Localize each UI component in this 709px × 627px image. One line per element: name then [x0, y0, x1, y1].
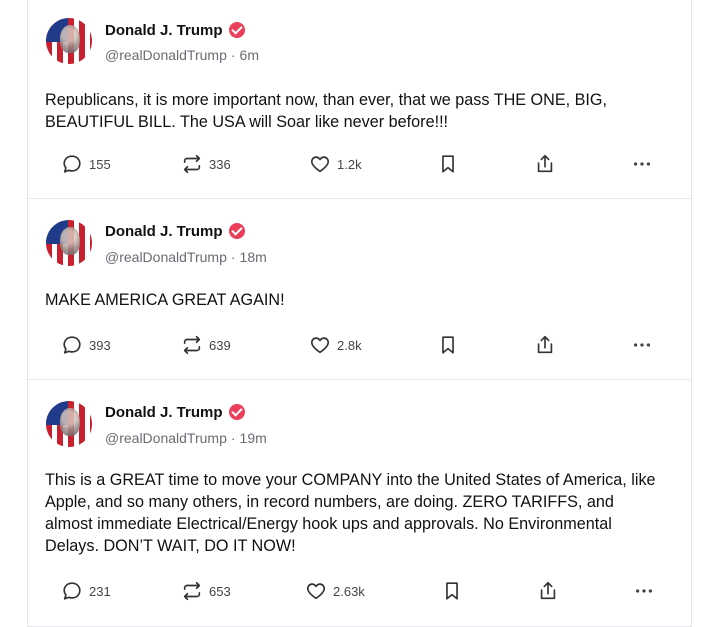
- like-count: 2.63k: [333, 583, 365, 599]
- reply-button[interactable]: 155: [61, 152, 111, 176]
- repost-button[interactable]: 639: [181, 333, 231, 357]
- verified-badge-icon: [228, 404, 245, 420]
- author-name[interactable]: Donald J. Trump: [105, 223, 223, 240]
- verified-badge-icon: [228, 22, 245, 38]
- post-card[interactable]: Donald J. Trump @realDonaldTrump · 19m T…: [28, 380, 691, 627]
- more-options-icon: [633, 343, 651, 347]
- repost-icon: [183, 154, 201, 174]
- share-icon: [537, 154, 553, 173]
- repost-icon: [183, 581, 201, 601]
- author-row: Donald J. Trump: [105, 220, 245, 242]
- avatar[interactable]: [46, 401, 92, 447]
- handle-row: @realDonaldTrump · 18m: [105, 249, 267, 269]
- separator: ·: [230, 430, 236, 446]
- bookmark-icon: [442, 336, 454, 354]
- heart-icon: [306, 583, 326, 600]
- bookmark-icon: [446, 582, 458, 600]
- post-time[interactable]: 18m: [240, 249, 267, 269]
- post-text: This is a GREAT time to move your COMPAN…: [45, 471, 656, 555]
- separator: ·: [230, 47, 236, 63]
- bookmark-icon: [442, 155, 454, 173]
- handle-row: @realDonaldTrump · 19m: [105, 430, 267, 450]
- repost-button[interactable]: 336: [181, 152, 231, 176]
- post-actions: 393 639 2.8k: [61, 333, 661, 357]
- more-options-icon: [633, 162, 651, 166]
- avatar[interactable]: [46, 220, 92, 266]
- author-handle[interactable]: @realDonaldTrump: [105, 430, 227, 450]
- heart-icon: [310, 156, 330, 173]
- post-actions: 231 653 2.63k: [61, 579, 661, 603]
- more-options-button[interactable]: [631, 152, 653, 176]
- more-options-button[interactable]: [633, 579, 655, 603]
- author-handle[interactable]: @realDonaldTrump: [105, 47, 227, 67]
- bookmark-button[interactable]: [437, 152, 459, 176]
- reply-button[interactable]: 231: [61, 579, 111, 603]
- separator: ·: [230, 249, 236, 265]
- comment-icon: [63, 336, 81, 354]
- author-row: Donald J. Trump: [105, 401, 245, 423]
- author-name[interactable]: Donald J. Trump: [105, 404, 223, 421]
- reply-count: 393: [89, 337, 111, 353]
- feed: Donald J. Trump @realDonaldTrump · 6m Re…: [27, 0, 692, 627]
- share-icon: [537, 335, 553, 354]
- post-time[interactable]: 6m: [240, 47, 259, 67]
- author-handle[interactable]: @realDonaldTrump: [105, 249, 227, 269]
- like-button[interactable]: 2.8k: [309, 333, 362, 357]
- author-name[interactable]: Donald J. Trump: [105, 22, 223, 39]
- post-card[interactable]: Donald J. Trump @realDonaldTrump · 18m M…: [28, 199, 691, 380]
- repost-count: 639: [209, 337, 231, 353]
- handle-row: @realDonaldTrump · 6m: [105, 47, 259, 67]
- share-button[interactable]: [534, 152, 556, 176]
- repost-count: 653: [209, 583, 231, 599]
- more-options-button[interactable]: [631, 333, 653, 357]
- bookmark-button[interactable]: [441, 579, 463, 603]
- heart-icon: [310, 337, 330, 354]
- repost-count: 336: [209, 156, 231, 172]
- post-text: Republicans, it is more important now, t…: [45, 91, 608, 131]
- share-icon: [540, 581, 556, 600]
- post-actions: 155 336 1.2k: [61, 152, 661, 176]
- like-count: 2.8k: [337, 337, 362, 353]
- avatar[interactable]: [46, 18, 92, 64]
- reply-count: 155: [89, 156, 111, 172]
- share-button[interactable]: [534, 333, 556, 357]
- verified-badge-icon: [228, 223, 245, 239]
- share-button[interactable]: [537, 579, 559, 603]
- repost-icon: [183, 335, 201, 355]
- more-options-icon: [635, 589, 653, 593]
- like-button[interactable]: 1.2k: [309, 152, 362, 176]
- author-row: Donald J. Trump: [105, 19, 245, 41]
- reply-count: 231: [89, 583, 111, 599]
- comment-icon: [63, 155, 81, 173]
- comment-icon: [63, 582, 81, 600]
- post-card[interactable]: Donald J. Trump @realDonaldTrump · 6m Re…: [28, 0, 691, 199]
- like-count: 1.2k: [337, 156, 362, 172]
- reply-button[interactable]: 393: [61, 333, 111, 357]
- like-button[interactable]: 2.63k: [305, 579, 365, 603]
- bookmark-button[interactable]: [437, 333, 459, 357]
- post-time[interactable]: 19m: [240, 430, 267, 450]
- repost-button[interactable]: 653: [181, 579, 231, 603]
- post-text: MAKE AMERICA GREAT AGAIN!: [45, 291, 285, 309]
